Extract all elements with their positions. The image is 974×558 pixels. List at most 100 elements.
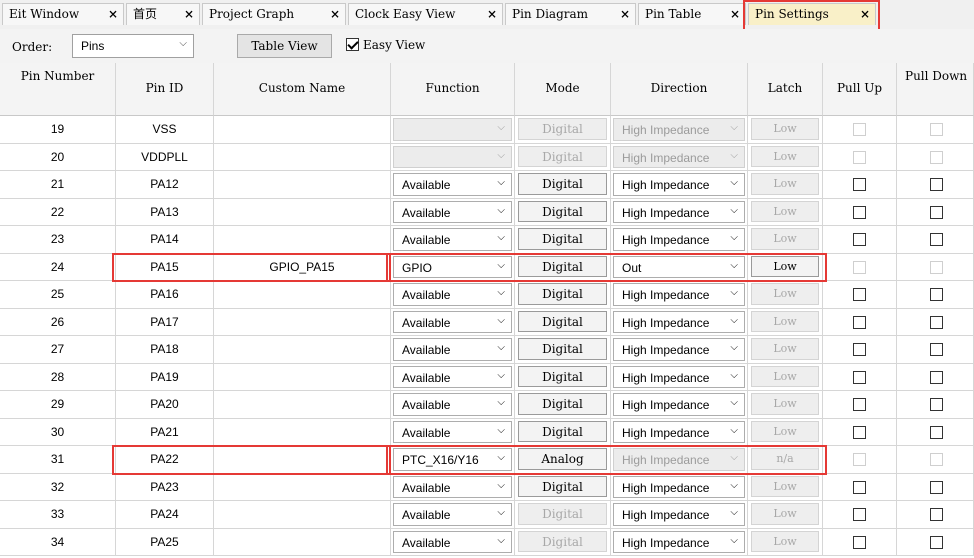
custom-name-cell[interactable] (214, 171, 391, 199)
custom-name-cell[interactable] (214, 501, 391, 529)
pull-up-checkbox[interactable] (853, 288, 866, 301)
mode-button[interactable]: Digital (518, 310, 607, 332)
function-select[interactable]: Available ⌵ (393, 393, 512, 416)
function-select[interactable]: Available ⌵ (393, 475, 512, 498)
tab-project-graph[interactable]: Project Graph × (202, 3, 346, 25)
mode-button[interactable]: Analog (518, 448, 607, 470)
custom-name-cell[interactable] (214, 418, 391, 446)
direction-select[interactable]: High Impedance ⌵ (613, 503, 745, 526)
function-select[interactable]: Available ⌵ (393, 420, 512, 443)
mode-button[interactable]: Digital (518, 393, 607, 415)
pull-up-checkbox[interactable] (853, 508, 866, 521)
col-header-pin-number[interactable]: Pin Number (0, 63, 116, 116)
custom-name-cell[interactable] (214, 528, 391, 556)
pull-up-checkbox[interactable] (853, 178, 866, 191)
custom-name-cell[interactable] (214, 116, 391, 144)
custom-name-cell[interactable] (214, 281, 391, 309)
close-icon[interactable]: × (620, 4, 630, 25)
pull-down-checkbox[interactable] (930, 288, 943, 301)
pull-up-checkbox[interactable] (853, 370, 866, 384)
close-icon[interactable]: × (487, 4, 497, 25)
tab-pin-diagram[interactable]: Pin Diagram × (505, 3, 636, 25)
custom-name-cell[interactable] (214, 473, 391, 501)
pull-down-checkbox[interactable] (930, 178, 943, 191)
direction-select[interactable]: High Impedance ⌵ (613, 475, 745, 498)
pull-down-checkbox[interactable] (930, 370, 943, 384)
pull-up-checkbox[interactable] (853, 398, 866, 411)
easy-view-checkbox[interactable] (346, 38, 359, 51)
function-select[interactable]: Available ⌵ (393, 503, 512, 526)
custom-name-cell[interactable] (214, 391, 391, 419)
custom-name[interactable]: GPIO_PA15 (214, 260, 390, 274)
pull-up-checkbox[interactable] (853, 343, 866, 356)
custom-name-cell[interactable] (214, 446, 391, 474)
direction-select[interactable]: High Impedance ⌵ (613, 310, 745, 333)
custom-name-cell[interactable] (214, 363, 391, 391)
col-header-pull-down[interactable]: Pull Down (897, 63, 974, 116)
close-icon[interactable]: × (860, 4, 870, 25)
col-header-direction[interactable]: Direction (611, 63, 748, 116)
direction-select[interactable]: High Impedance ⌵ (613, 228, 745, 251)
direction-select[interactable]: High Impedance ⌵ (613, 393, 745, 416)
pull-up-checkbox[interactable] (853, 233, 866, 246)
tab-pin-table[interactable]: Pin Table × (638, 3, 746, 25)
direction-select[interactable]: High Impedance ⌵ (613, 365, 745, 388)
mode-button[interactable]: Digital (518, 228, 607, 250)
col-header-function[interactable]: Function (391, 63, 515, 116)
custom-name-cell[interactable] (214, 143, 391, 171)
function-select[interactable]: Available ⌵ (393, 283, 512, 306)
pull-up-checkbox[interactable] (853, 205, 866, 219)
direction-select[interactable]: High Impedance ⌵ (613, 173, 745, 196)
function-select[interactable]: Available ⌵ (393, 310, 512, 333)
tab-pin-settings[interactable]: Pin Settings × (748, 3, 876, 25)
tab-clock-easy-view[interactable]: Clock Easy View × (348, 3, 503, 25)
function-select[interactable]: Available ⌵ (393, 200, 512, 223)
mode-button[interactable]: Digital (518, 173, 607, 195)
table-view-button[interactable]: Table View (237, 34, 332, 58)
function-select[interactable]: Available ⌵ (393, 173, 512, 196)
direction-select[interactable]: Out ⌵ (613, 255, 745, 278)
mode-button[interactable]: Digital (518, 200, 607, 222)
tab-eit-window[interactable]: Eit Window × (2, 3, 124, 25)
pull-down-checkbox[interactable] (930, 425, 943, 439)
custom-name-cell[interactable] (214, 308, 391, 336)
direction-select[interactable]: High Impedance ⌵ (613, 200, 745, 223)
tab-home[interactable]: 首页 × (126, 3, 200, 25)
mode-button[interactable]: Digital (518, 475, 607, 497)
mode-button[interactable]: Digital (518, 255, 607, 277)
order-select[interactable]: Pins ⌵ (72, 34, 194, 58)
col-header-pin-id[interactable]: Pin ID (116, 63, 214, 116)
direction-select[interactable]: High Impedance ⌵ (613, 283, 745, 306)
custom-name-cell[interactable] (214, 198, 391, 226)
pull-down-checkbox[interactable] (930, 398, 943, 411)
pull-down-checkbox[interactable] (930, 508, 943, 521)
close-icon[interactable]: × (730, 4, 740, 25)
close-icon[interactable]: × (108, 4, 118, 25)
custom-name-cell[interactable] (214, 226, 391, 254)
mode-button[interactable]: Digital (518, 420, 607, 442)
mode-button[interactable]: Digital (518, 365, 607, 387)
function-select[interactable]: Available ⌵ (393, 228, 512, 251)
col-header-mode[interactable]: Mode (515, 63, 611, 116)
function-select[interactable]: GPIO ⌵ (393, 255, 512, 278)
direction-select[interactable]: High Impedance ⌵ (613, 530, 745, 553)
function-select[interactable]: Available ⌵ (393, 365, 512, 388)
pull-up-checkbox[interactable] (853, 480, 866, 494)
pull-down-checkbox[interactable] (930, 205, 943, 219)
custom-name-cell[interactable] (214, 336, 391, 364)
direction-select[interactable]: High Impedance ⌵ (613, 420, 745, 443)
mode-button[interactable]: Digital (518, 338, 607, 360)
direction-select[interactable]: High Impedance ⌵ (613, 338, 745, 361)
col-header-latch[interactable]: Latch (748, 63, 823, 116)
mode-button[interactable]: Digital (518, 283, 607, 305)
pull-up-checkbox[interactable] (853, 315, 866, 329)
function-select[interactable]: Available ⌵ (393, 338, 512, 361)
pull-up-checkbox[interactable] (853, 425, 866, 439)
close-icon[interactable]: × (330, 4, 340, 25)
pull-down-checkbox[interactable] (930, 480, 943, 494)
pull-down-checkbox[interactable] (930, 315, 943, 329)
pull-down-checkbox[interactable] (930, 233, 943, 246)
function-select[interactable]: Available ⌵ (393, 530, 512, 553)
custom-name-cell[interactable]: GPIO_PA15 (214, 253, 391, 281)
close-icon[interactable]: × (184, 4, 194, 25)
